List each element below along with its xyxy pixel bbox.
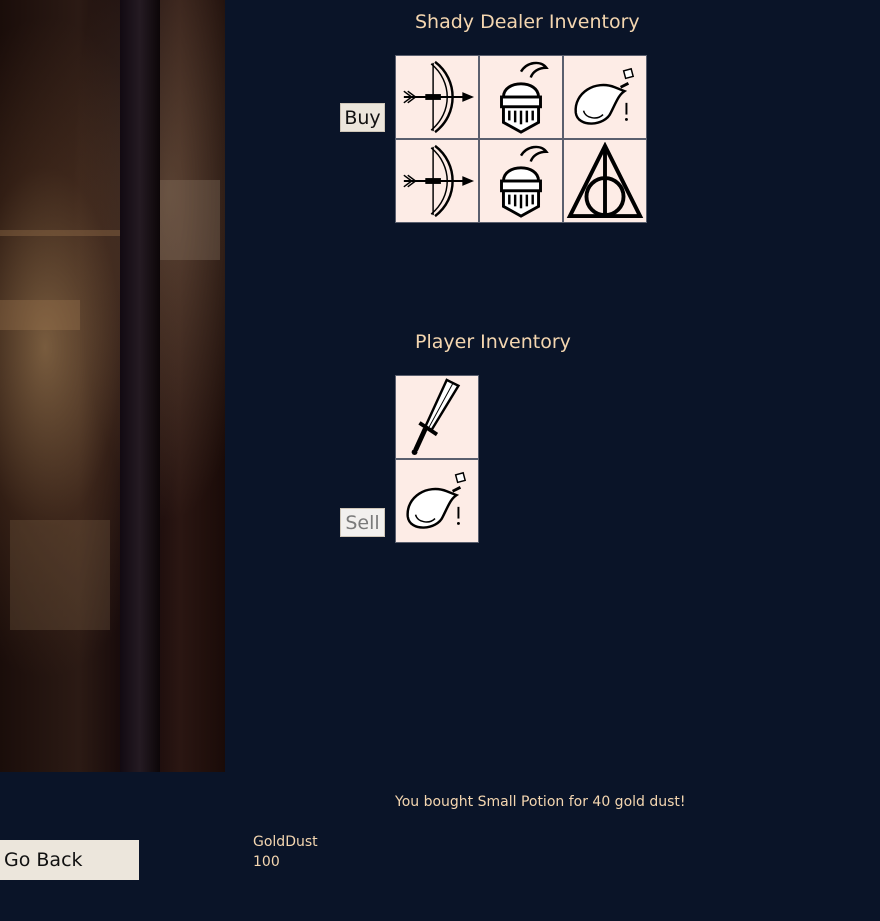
player-slot[interactable]	[396, 376, 478, 458]
dealer-slot[interactable]	[396, 140, 478, 222]
knight-helmet-icon	[500, 61, 549, 134]
bow-icon	[403, 144, 475, 218]
player-inventory-grid	[395, 375, 479, 543]
buy-button[interactable]: Buy	[340, 103, 385, 132]
dealer-slot[interactable]	[480, 140, 562, 222]
gold-dust-value: 100	[253, 854, 280, 870]
bow-icon	[403, 60, 475, 134]
potion-icon	[406, 471, 467, 529]
scene-pillar	[120, 0, 160, 772]
scene-shelf	[0, 300, 80, 330]
sword-icon	[411, 378, 461, 456]
scene-shelf	[160, 180, 220, 260]
scene-shelf	[0, 230, 120, 236]
sell-button[interactable]: Sell	[340, 508, 385, 537]
scene-shelf	[10, 520, 110, 630]
player-inventory-title: Player Inventory	[415, 331, 571, 353]
go-back-button[interactable]: Go Back	[0, 840, 139, 880]
player-slot[interactable]	[396, 460, 478, 542]
dealer-slot[interactable]	[396, 56, 478, 138]
dealer-inventory-grid	[395, 55, 647, 223]
status-message: You bought Small Potion for 40 gold dust…	[395, 794, 686, 810]
potion-icon	[574, 67, 635, 125]
gold-dust-label: GoldDust	[253, 834, 318, 850]
deathly-hallows-icon	[566, 142, 644, 219]
dealer-slot[interactable]	[564, 56, 646, 138]
dealer-inventory-title: Shady Dealer Inventory	[415, 11, 640, 33]
knight-helmet-icon	[500, 145, 549, 218]
dealer-slot[interactable]	[564, 140, 646, 222]
dealer-slot[interactable]	[480, 56, 562, 138]
shop-scene-image	[0, 0, 225, 772]
